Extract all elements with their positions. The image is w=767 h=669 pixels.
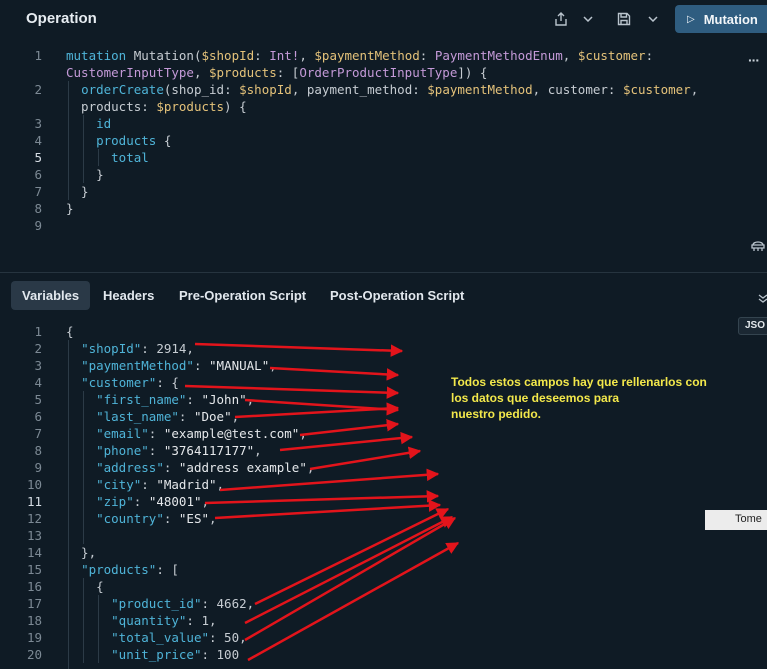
- arrow: [204, 490, 440, 505]
- arrow: [214, 499, 442, 520]
- arrow: [254, 507, 450, 606]
- arrow: [247, 541, 460, 662]
- arrow: [269, 366, 400, 381]
- arrow: [279, 431, 414, 452]
- arrow: [219, 468, 440, 492]
- arrow: [244, 516, 457, 642]
- arrow: [309, 446, 422, 471]
- arrow: [184, 384, 400, 399]
- arrow: [299, 419, 400, 437]
- arrow: [234, 402, 400, 419]
- arrow: [194, 342, 404, 357]
- annotation-arrows: [184, 342, 460, 662]
- arrow: [244, 515, 454, 625]
